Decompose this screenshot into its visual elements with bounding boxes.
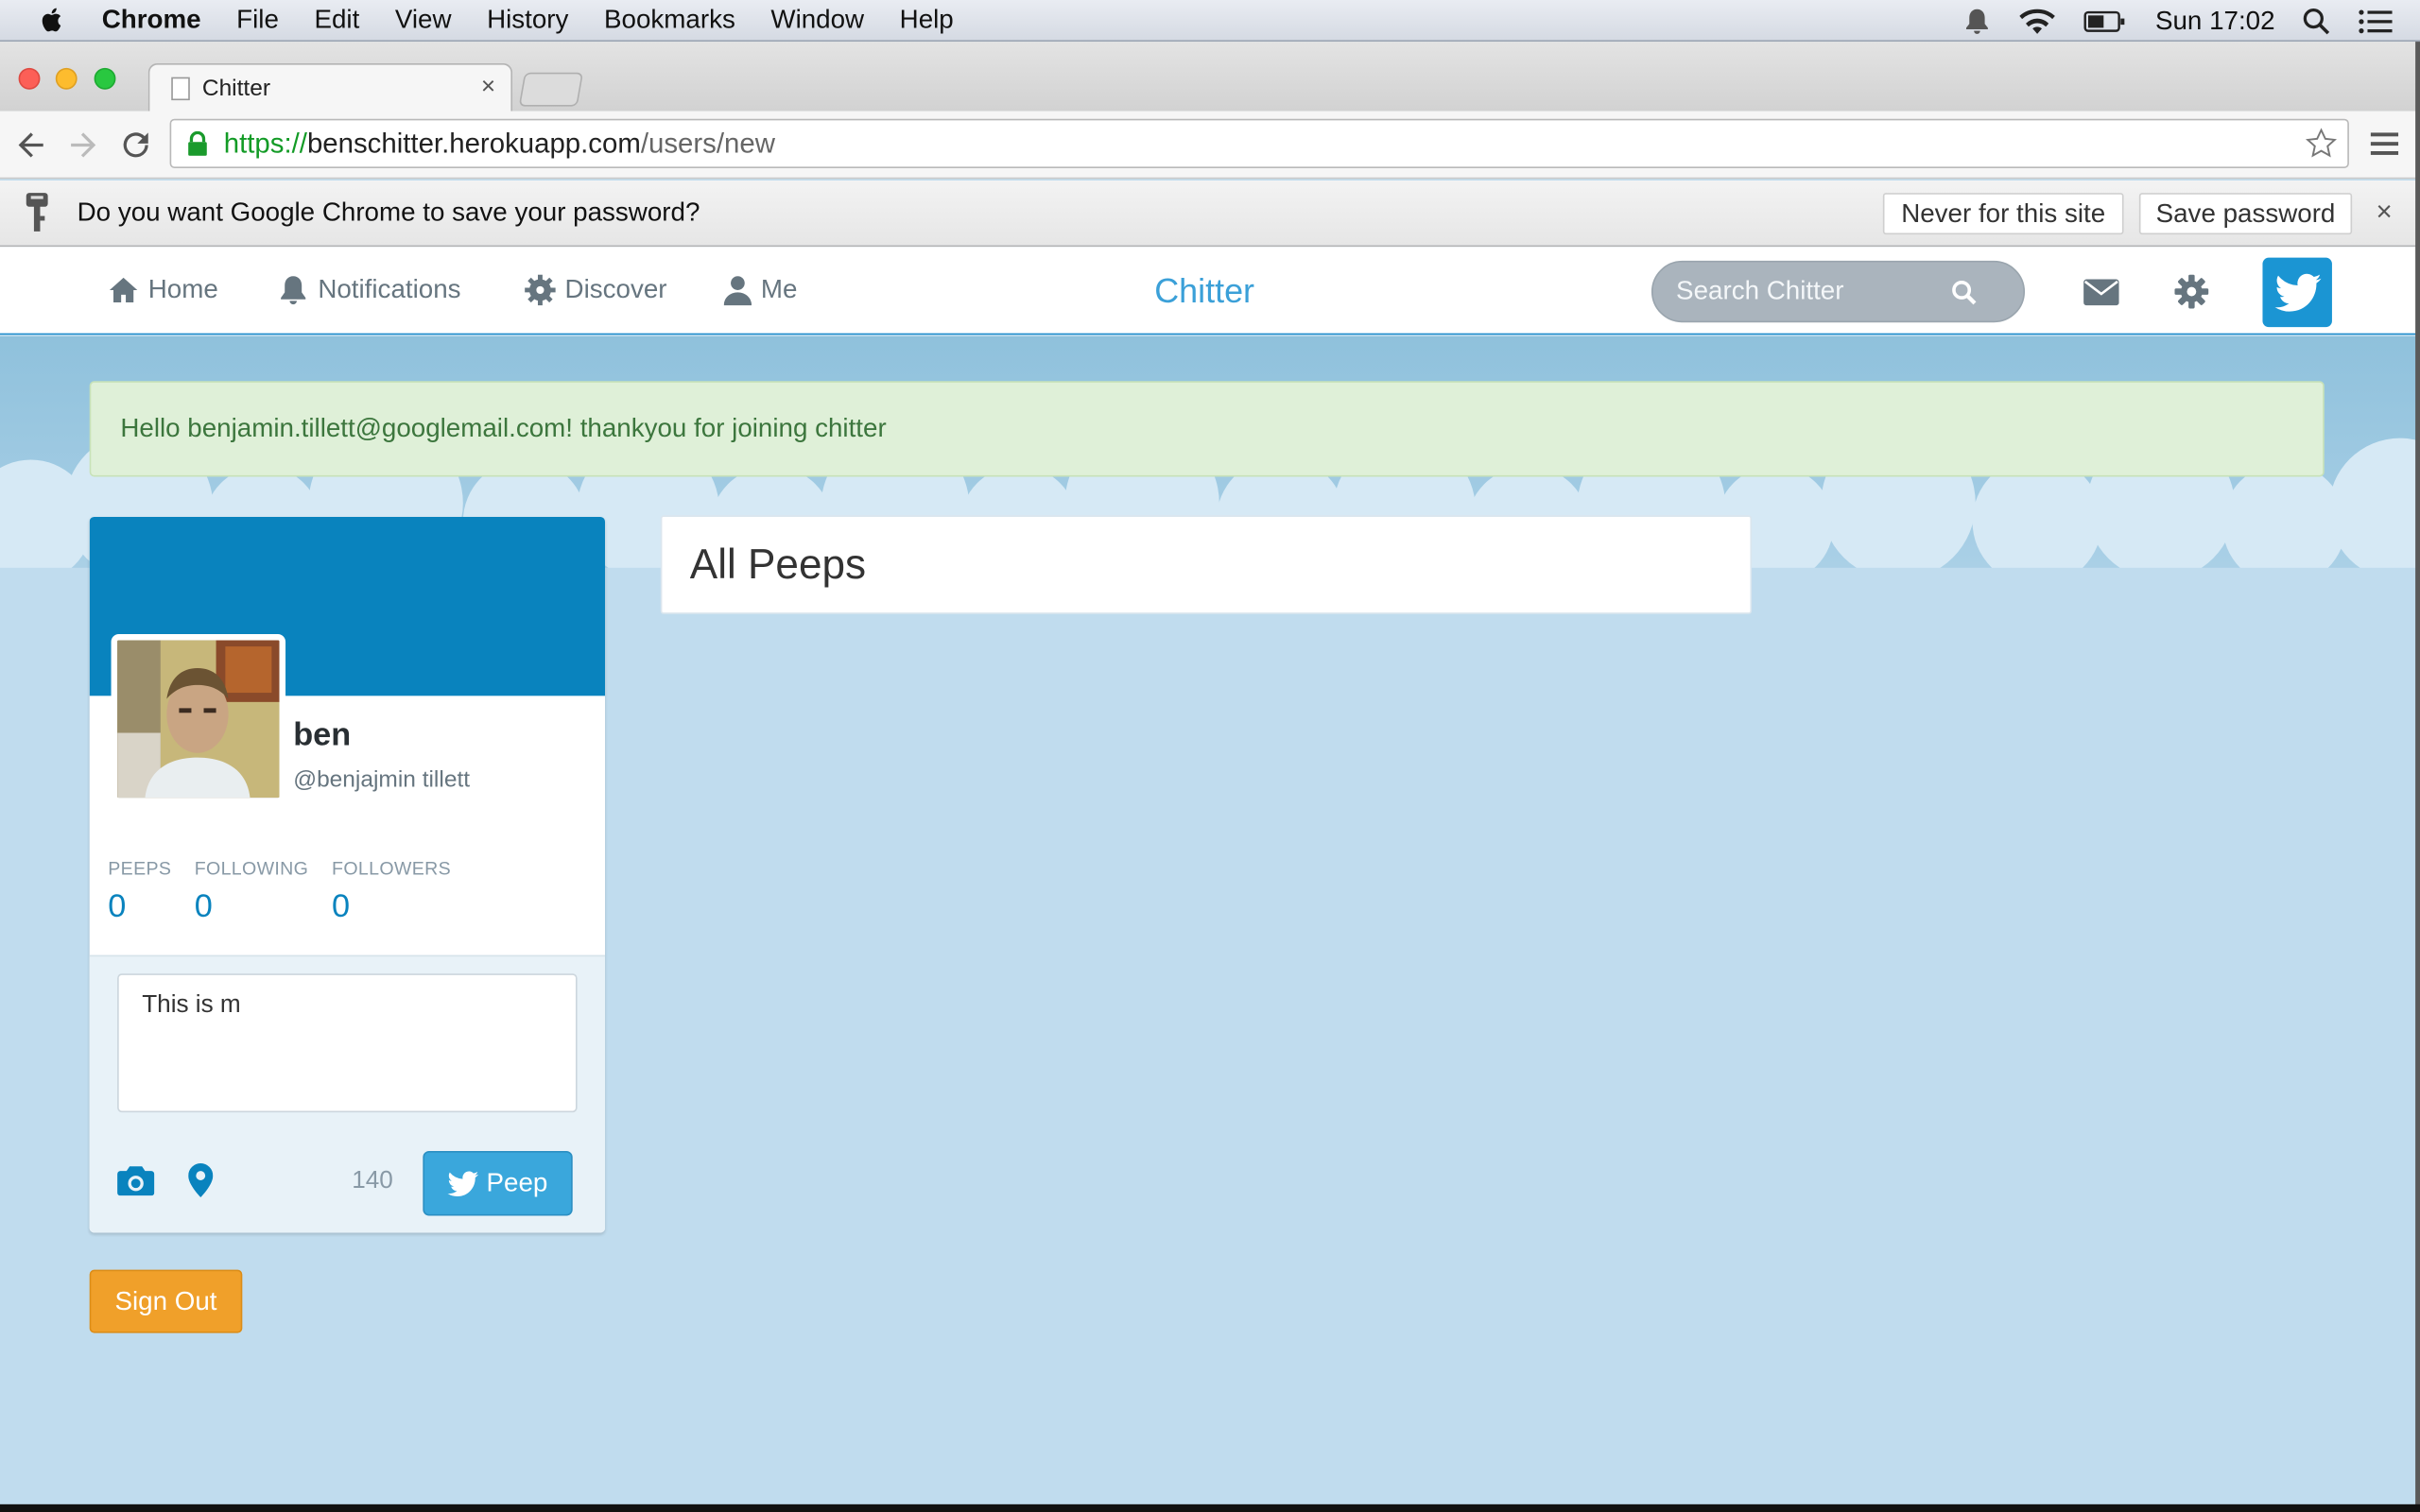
save-password-infobar: Do you want Google Chrome to save your p… — [0, 180, 2420, 248]
bell-icon — [281, 276, 306, 305]
url-scheme: https:// — [223, 127, 307, 159]
stat-following[interactable]: FOLLOWING 0 — [195, 858, 309, 926]
browser-toolbar: https://benschitter.herokuapp.com/users/… — [0, 111, 2420, 180]
search-box[interactable] — [1651, 260, 2026, 323]
profile-name[interactable]: ben — [293, 717, 351, 754]
stat-followers[interactable]: FOLLOWERS 0 — [332, 858, 451, 926]
stat-followers-value: 0 — [332, 888, 351, 924]
settings-gear-icon[interactable] — [2174, 274, 2209, 309]
never-for-this-site-button[interactable]: Never for this site — [1882, 193, 2124, 235]
user-icon — [723, 276, 752, 306]
window-bottom-edge — [0, 1503, 2420, 1512]
search-input[interactable] — [1676, 276, 1939, 307]
forward-arrow-icon[interactable] — [65, 127, 102, 163]
avatar[interactable] — [111, 634, 286, 804]
save-password-button[interactable]: Save password — [2138, 193, 2353, 235]
menubar-status-area: Sun 17:02 — [1964, 0, 2420, 42]
tab-strip: Chitter × — [0, 42, 2420, 113]
bird-icon — [2273, 272, 2321, 311]
site-brand[interactable]: Chitter — [1154, 271, 1254, 311]
stat-peeps-label: PEEPS — [108, 857, 172, 880]
peep-button[interactable]: Peep — [423, 1150, 573, 1216]
menubar-clock[interactable]: Sun 17:02 — [2155, 6, 2275, 37]
notification-center-icon[interactable] — [2359, 9, 2393, 33]
nav-home-label: Home — [147, 274, 218, 304]
menu-app-name[interactable]: Chrome — [102, 5, 201, 36]
apple-icon[interactable] — [37, 5, 68, 36]
avatar-photo — [117, 640, 280, 799]
compose-peep-button[interactable] — [2262, 257, 2332, 328]
peep-textarea[interactable]: This is m — [117, 973, 578, 1113]
window-right-edge — [2415, 42, 2420, 1512]
spotlight-search-icon[interactable] — [2303, 7, 2330, 34]
notification-bell-icon[interactable] — [1964, 7, 1992, 34]
tab-close-icon[interactable]: × — [481, 74, 495, 101]
search-icon[interactable] — [1951, 280, 1978, 306]
menu-history[interactable]: History — [487, 5, 568, 36]
stat-followers-label: FOLLOWERS — [332, 857, 451, 880]
menu-bookmarks[interactable]: Bookmarks — [604, 5, 735, 36]
nav-notifications[interactable]: Notifications — [278, 275, 461, 306]
window-close-button[interactable] — [18, 67, 41, 90]
url-path: /users/new — [640, 127, 775, 159]
secure-lock-icon[interactable] — [187, 130, 209, 156]
nav-discover-label: Discover — [564, 274, 667, 304]
camera-icon[interactable] — [117, 1165, 155, 1196]
window-zoom-button[interactable] — [94, 67, 116, 90]
peep-composer: This is m 140 Peep — [89, 954, 606, 1233]
infobar-close-icon[interactable]: × — [2376, 196, 2392, 228]
profile-card: ben @benjajmin tillett PEEPS 0 FOLLOWING… — [89, 516, 606, 1233]
url-host: benschitter.herokuapp.com — [306, 127, 641, 159]
page-favicon-icon — [171, 77, 190, 101]
all-peeps-panel: All Peeps — [660, 515, 1753, 614]
messages-envelope-icon[interactable] — [2083, 279, 2119, 306]
key-icon — [26, 193, 48, 232]
home-icon — [109, 277, 138, 302]
welcome-alert: Hello benjamin.tillett@googlemail.com! t… — [89, 381, 2325, 477]
new-tab-button[interactable] — [518, 72, 584, 107]
stat-peeps-value: 0 — [108, 888, 127, 924]
nav-discover[interactable]: Discover — [525, 274, 667, 306]
browser-tab-chitter[interactable]: Chitter × — [147, 62, 513, 113]
window-minimize-button[interactable] — [55, 67, 78, 90]
nav-me-label: Me — [760, 274, 798, 304]
address-bar[interactable]: https://benschitter.herokuapp.com/users/… — [169, 118, 2349, 168]
stat-following-label: FOLLOWING — [194, 857, 309, 880]
back-arrow-icon[interactable] — [12, 127, 49, 163]
tab-title: Chitter — [201, 76, 271, 102]
menu-window[interactable]: Window — [770, 5, 864, 36]
site-navbar: Home Notifications Discover Me Chitter — [0, 247, 2420, 335]
infobar-message: Do you want Google Chrome to save your p… — [77, 197, 700, 228]
wifi-icon[interactable] — [2019, 7, 2056, 34]
nav-home[interactable]: Home — [108, 275, 218, 306]
page-content: Hello benjamin.tillett@googlemail.com! t… — [0, 335, 2420, 1512]
menubar: Chrome File Edit View History Bookmarks … — [0, 0, 2420, 43]
bird-icon — [447, 1170, 479, 1196]
nav-notifications-label: Notifications — [318, 274, 461, 304]
menu-file[interactable]: File — [236, 5, 279, 36]
menu-help[interactable]: Help — [900, 5, 954, 36]
battery-icon[interactable] — [2084, 9, 2128, 33]
sign-out-button[interactable]: Sign Out — [89, 1269, 243, 1333]
nav-me[interactable]: Me — [723, 274, 798, 306]
reload-icon[interactable] — [117, 127, 154, 163]
screen: Chrome File Edit View History Bookmarks … — [0, 0, 2420, 1512]
chrome-menu-icon[interactable] — [2370, 131, 2399, 156]
menu-edit[interactable]: Edit — [314, 5, 359, 36]
location-pin-icon[interactable] — [188, 1163, 214, 1197]
menu-view[interactable]: View — [395, 5, 452, 36]
stat-peeps[interactable]: PEEPS 0 — [108, 858, 171, 926]
character-count: 140 — [352, 1167, 393, 1194]
bookmark-star-icon[interactable] — [2305, 127, 2339, 161]
all-peeps-heading: All Peeps — [689, 541, 867, 589]
hashtag-icon — [525, 274, 556, 306]
stat-following-value: 0 — [194, 888, 213, 924]
profile-handle[interactable]: @benjajmin tillett — [293, 766, 470, 793]
peep-button-label: Peep — [486, 1167, 548, 1197]
